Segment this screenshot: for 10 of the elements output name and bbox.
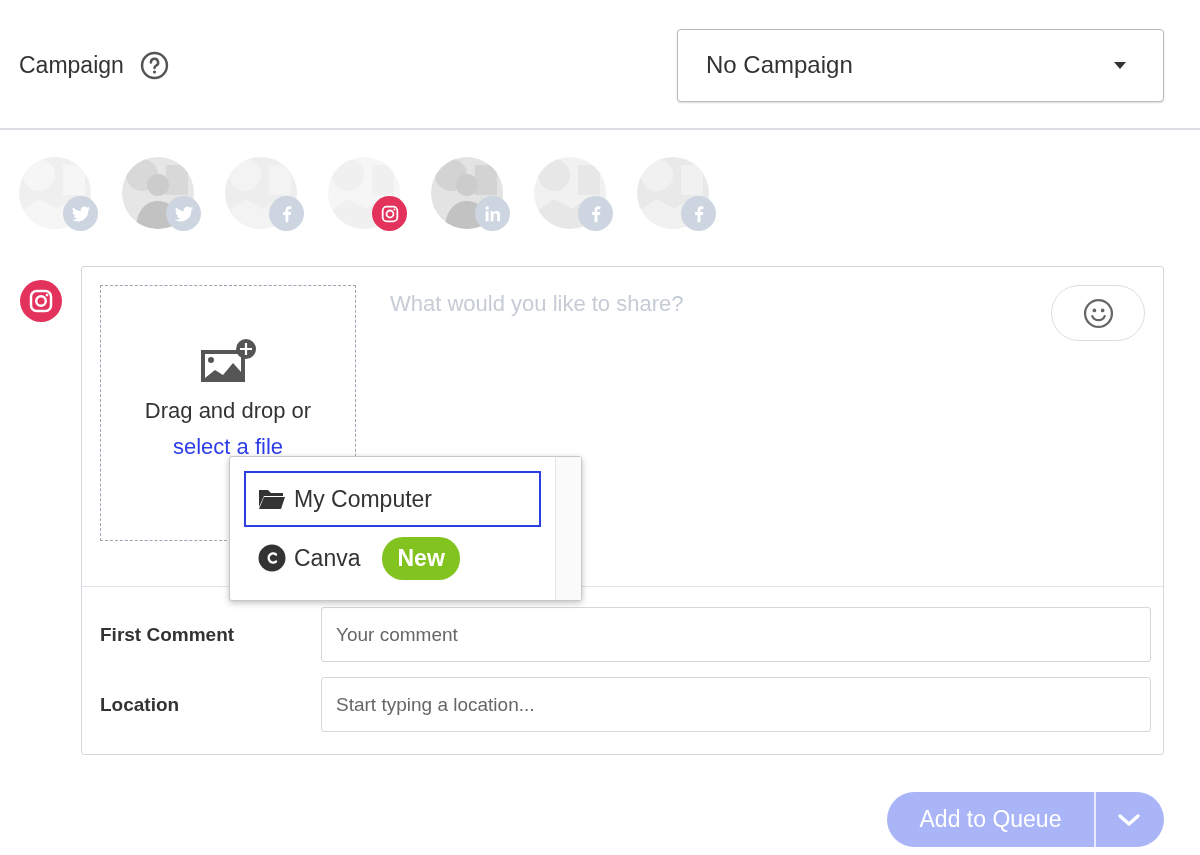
campaign-label: Campaign	[19, 51, 124, 79]
field-label: First Comment	[100, 623, 236, 646]
menu-item[interactable]: My Computer	[244, 471, 541, 527]
input-field[interactable]: Start typing a location...	[321, 677, 1151, 732]
dropzone-text: Drag and drop or	[144, 398, 312, 424]
new-badge: New	[382, 536, 460, 580]
field-label: Location	[100, 693, 181, 716]
input-field[interactable]: Your comment	[321, 607, 1151, 662]
campaign-dropdown[interactable]: No Campaign	[677, 28, 1164, 102]
select-file-link[interactable]: select a file	[172, 434, 284, 460]
